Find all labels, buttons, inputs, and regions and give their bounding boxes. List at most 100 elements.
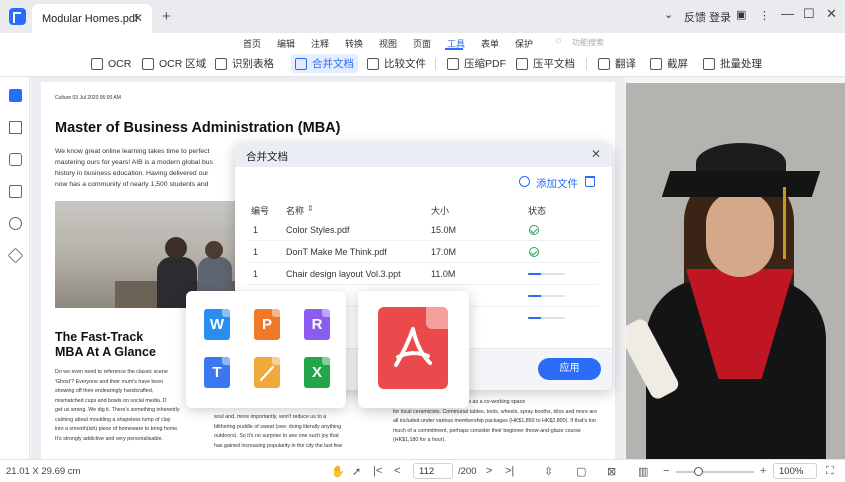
tool-ocr[interactable]: OCR bbox=[87, 54, 135, 73]
compress-icon bbox=[447, 57, 459, 70]
tool-compress-pdf[interactable]: 压缩PDF bbox=[443, 54, 510, 73]
word-file-icon: W bbox=[204, 309, 230, 340]
article-title: Master of Business Administration (MBA) bbox=[55, 120, 341, 136]
feedback-link[interactable]: 反馈 bbox=[684, 9, 706, 25]
last-page-icon[interactable]: >| bbox=[505, 465, 514, 477]
tool-bar: OCR OCR 区域 识别表格 合并文档 比较文件 压缩PDF 压平文档 翻译 … bbox=[0, 51, 845, 77]
left-sidebar bbox=[0, 77, 30, 459]
zoom-slider-track[interactable] bbox=[676, 471, 754, 473]
zoom-out-icon[interactable]: − bbox=[663, 465, 669, 477]
zoom-level-select[interactable]: 100% bbox=[773, 463, 817, 479]
apply-button[interactable]: 应用 bbox=[538, 358, 601, 380]
layers-icon[interactable] bbox=[7, 247, 24, 264]
next-page-icon[interactable]: > bbox=[486, 465, 492, 477]
previous-page-icon[interactable]: < bbox=[394, 465, 400, 477]
menu-convert[interactable]: 转换 bbox=[345, 37, 363, 50]
crop-icon[interactable]: ⊠ bbox=[607, 465, 616, 478]
check-circle-icon bbox=[529, 247, 539, 257]
section-heading-line: MBA At A Glance bbox=[55, 345, 156, 359]
row-divider bbox=[249, 284, 598, 285]
row-file-size: 15.0M bbox=[431, 225, 457, 235]
flatten-icon bbox=[516, 57, 528, 70]
row-file-size: 11.0M bbox=[431, 269, 456, 279]
maximize-icon[interactable]: ☐ bbox=[803, 6, 815, 22]
column-header-name[interactable]: 名称 bbox=[286, 204, 304, 217]
row-file-name[interactable]: Color Styles.pdf bbox=[286, 225, 350, 235]
table-icon bbox=[215, 57, 227, 70]
intro-line: history in business education. Having de… bbox=[55, 170, 209, 177]
fit-height-icon[interactable]: ⇳ bbox=[544, 465, 553, 478]
page-number-input[interactable]: 112 bbox=[413, 463, 453, 479]
tool-compare-files[interactable]: 比较文件 bbox=[363, 54, 430, 73]
tool-flatten-document[interactable]: 压平文档 bbox=[512, 54, 579, 73]
text-line: calming about moulding a shapeless lump … bbox=[55, 416, 171, 423]
more-menu-icon[interactable]: ⋮ bbox=[759, 9, 770, 22]
upload-progress-bar bbox=[528, 317, 565, 319]
message-icon[interactable]: ▣ bbox=[736, 8, 746, 21]
add-file-button[interactable]: 添加文件 bbox=[536, 176, 578, 191]
tool-merge-documents[interactable]: 合并文档 bbox=[291, 54, 358, 73]
page-total: /200 bbox=[458, 466, 477, 477]
intro-line: mastering ours for years! AIB is a moder… bbox=[55, 159, 213, 166]
minimize-icon[interactable]: — bbox=[781, 6, 794, 21]
function-search[interactable]: 功能搜索 bbox=[572, 37, 604, 48]
dialog-close-icon[interactable]: ✕ bbox=[591, 147, 601, 161]
new-tab-plus-icon[interactable]: + bbox=[162, 8, 171, 25]
menu-edit[interactable]: 编辑 bbox=[277, 37, 295, 50]
sort-icon[interactable]: ⇕ bbox=[307, 204, 314, 213]
hand-tool-icon[interactable]: ✋ bbox=[331, 465, 345, 478]
zoom-slider-handle[interactable] bbox=[694, 467, 703, 476]
tool-flatten-label: 压平文档 bbox=[533, 58, 575, 70]
bookmark-icon[interactable] bbox=[9, 121, 22, 134]
thumbnails-icon[interactable] bbox=[9, 89, 22, 102]
add-file-plus-icon[interactable] bbox=[519, 176, 530, 187]
tool-ocr-label: OCR bbox=[108, 57, 132, 70]
menu-protect[interactable]: 保护 bbox=[515, 37, 533, 50]
trash-icon[interactable] bbox=[585, 176, 595, 187]
search-icon[interactable] bbox=[9, 217, 22, 230]
document-tab[interactable]: Modular Homes.pdf ✕ bbox=[32, 4, 152, 33]
login-link[interactable]: 登录 bbox=[709, 9, 731, 25]
row-file-name[interactable]: Chair design layout Vol.3.ppt bbox=[286, 269, 401, 279]
text-file-icon: T bbox=[204, 357, 230, 388]
menu-bar: 首页 编辑 注释 转换 视图 页面 工具 表单 保护 ☼ 功能搜索 bbox=[0, 33, 845, 51]
menu-page[interactable]: 页面 bbox=[413, 37, 431, 50]
photo-face bbox=[706, 191, 774, 277]
row-file-name[interactable]: DonT Make Me Think.pdf bbox=[286, 247, 387, 257]
tool-ocr-area-label: OCR 区域 bbox=[159, 58, 207, 70]
tool-screenshot[interactable]: 截屏 bbox=[646, 54, 692, 73]
row-file-size: 17.0M bbox=[431, 247, 457, 257]
fullscreen-icon[interactable]: ⛶ bbox=[826, 465, 834, 478]
column-header-status: 状态 bbox=[528, 206, 547, 216]
first-page-icon[interactable]: |< bbox=[373, 465, 382, 477]
intro-line: now has a community of nearly 1,500 stud… bbox=[55, 181, 209, 188]
attachment-icon[interactable] bbox=[9, 185, 22, 198]
tool-batch-process[interactable]: 批量处理 bbox=[699, 54, 766, 73]
pdf-file-icon bbox=[378, 307, 448, 389]
tool-ocr-area[interactable]: OCR 区域 bbox=[138, 54, 210, 73]
tool-translate[interactable]: 翻译 bbox=[594, 54, 640, 73]
rtf-file-icon: R bbox=[304, 309, 330, 340]
two-page-icon[interactable]: ▥ bbox=[638, 465, 648, 478]
comment-icon[interactable] bbox=[9, 153, 22, 166]
text-line: has gained increasing popularity in the … bbox=[214, 442, 343, 449]
single-page-icon[interactable]: ▢ bbox=[576, 465, 586, 478]
tool-batch-label: 批量处理 bbox=[720, 58, 762, 70]
menu-form[interactable]: 表单 bbox=[481, 37, 499, 50]
document-tab-label: Modular Homes.pdf bbox=[42, 13, 138, 25]
select-tool-icon[interactable]: ➚ bbox=[352, 465, 361, 478]
tool-recognize-table-label: 识别表格 bbox=[232, 58, 274, 70]
tab-close-icon[interactable]: ✕ bbox=[133, 11, 143, 25]
text-line: soul and, more importantly, won't reduce… bbox=[214, 414, 327, 420]
menu-home[interactable]: 首页 bbox=[243, 37, 261, 50]
row-number: 1 bbox=[253, 247, 259, 257]
tool-recognize-table[interactable]: 识别表格 bbox=[211, 54, 278, 73]
zoom-in-icon[interactable]: + bbox=[760, 465, 766, 477]
chevron-down-icon[interactable]: ⌄ bbox=[664, 8, 673, 21]
window-close-icon[interactable]: ✕ bbox=[826, 6, 837, 22]
menu-view[interactable]: 视图 bbox=[379, 37, 397, 50]
menu-comment[interactable]: 注释 bbox=[311, 37, 329, 50]
column-header-number: 编号 bbox=[251, 206, 270, 216]
row-divider bbox=[249, 240, 598, 241]
upload-progress-bar bbox=[528, 273, 565, 275]
